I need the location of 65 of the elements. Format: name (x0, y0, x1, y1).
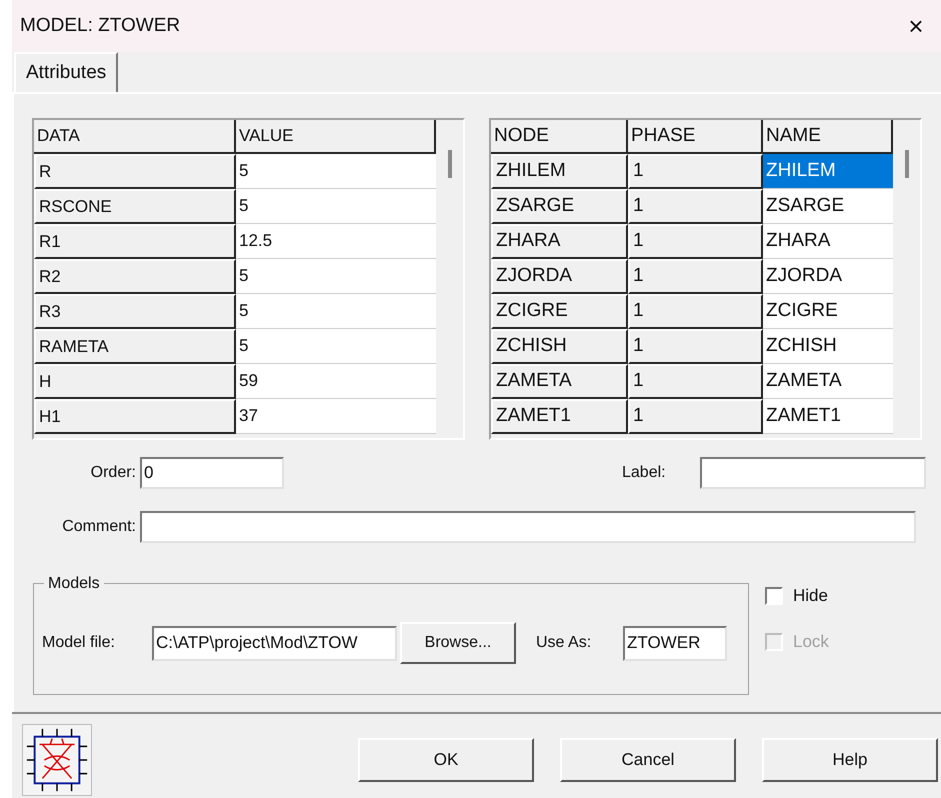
table-cell[interactable]: ZCIGRE (763, 294, 893, 329)
row-header: R1 (34, 224, 236, 259)
close-button[interactable]: × (901, 11, 931, 41)
row-header: R3 (34, 294, 236, 329)
row-header: H (34, 364, 236, 399)
row-header: ZAMETA (491, 364, 628, 399)
checkbox-option[interactable]: Hide (765, 585, 829, 607)
label-field[interactable] (700, 457, 926, 489)
table-cell[interactable]: ZAMET1 (763, 399, 893, 434)
row-header: ZCHISH (491, 329, 628, 364)
row-header: RSCONE (34, 189, 236, 224)
column-header: VALUE (236, 120, 436, 154)
order-field[interactable]: 0 (140, 457, 284, 489)
row-header: ZJORDA (491, 259, 628, 294)
dialog-button[interactable]: Help (762, 738, 938, 782)
row-header: ZAMET1 (491, 399, 628, 434)
table-cell: 1 (628, 329, 763, 364)
table-cell[interactable]: ZHILEM (763, 154, 893, 189)
dialog-button[interactable]: Cancel (560, 738, 736, 782)
browse-button[interactable]: Browse... (400, 622, 516, 664)
table-cell: 1 (628, 224, 763, 259)
comment-field[interactable] (140, 511, 916, 543)
dialog-button[interactable]: OK (358, 738, 534, 782)
column-header: PHASE (628, 120, 763, 154)
table-cell: 1 (628, 364, 763, 399)
table-cell[interactable]: 5 (236, 294, 436, 329)
table-cell[interactable]: 5 (236, 189, 436, 224)
row-header: R2 (34, 259, 236, 294)
table-cell: 1 (628, 259, 763, 294)
row-header: RAMETA (34, 329, 236, 364)
use-as-field[interactable]: ZTOWER (623, 626, 727, 660)
table-cell: 1 (628, 399, 763, 434)
use-as-label: Use As: (536, 633, 592, 653)
label-label: Label: (622, 463, 667, 483)
table-cell[interactable]: 12.5 (236, 224, 436, 259)
row-header: ZCIGRE (491, 294, 628, 329)
row-header: R (34, 154, 236, 189)
row-header: ZSARGE (491, 189, 628, 224)
column-header: NAME (763, 120, 893, 154)
table-cell[interactable]: ZCHISH (763, 329, 893, 364)
table-cell[interactable]: ZSARGE (763, 189, 893, 224)
table-cell: 1 (628, 189, 763, 224)
table-cell[interactable]: ZJORDA (763, 259, 893, 294)
model-file-label: Model file: (42, 633, 116, 653)
table-cell[interactable]: 59 (236, 364, 436, 399)
table-cell[interactable]: ZHARA (763, 224, 893, 259)
table-cell[interactable]: 5 (236, 259, 436, 294)
table-cell: 1 (628, 294, 763, 329)
table-cell[interactable]: 5 (236, 329, 436, 364)
row-header: ZHARA (491, 224, 628, 259)
attributes-tab[interactable]: Attributes (14, 52, 118, 92)
model-file-field[interactable]: C:\ATP\project\Mod\ZTOW (152, 626, 397, 660)
column-header: NODE (491, 120, 628, 154)
row-header: ZHILEM (491, 154, 628, 189)
scroll-thumb[interactable] (448, 150, 452, 178)
window-title: MODEL: ZTOWER (20, 14, 180, 38)
table-cell[interactable]: ZAMETA (763, 364, 893, 399)
comment-label: Comment: (61, 517, 137, 537)
table-cell: 1 (628, 154, 763, 189)
order-label: Order: (90, 463, 137, 483)
row-header: H1 (34, 399, 236, 434)
table-cell[interactable]: 37 (236, 399, 436, 434)
table-cell[interactable]: 5 (236, 154, 436, 189)
scroll-thumb[interactable] (905, 150, 909, 178)
column-header: DATA (34, 120, 236, 154)
